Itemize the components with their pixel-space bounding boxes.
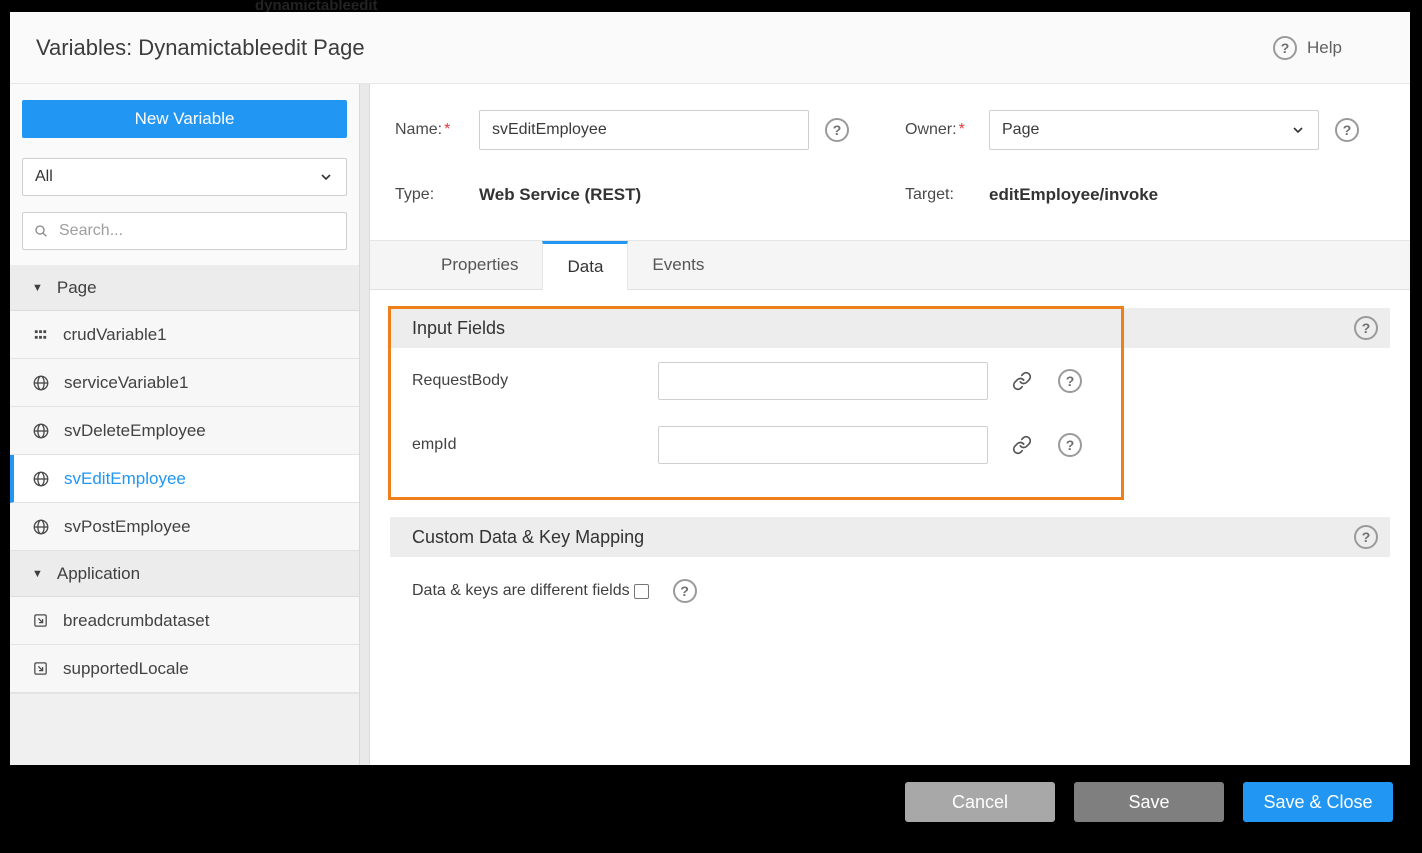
- sidebar-scrollbar[interactable]: [360, 84, 370, 765]
- help-label: Help: [1307, 38, 1342, 58]
- name-owner-row: Name:* ? Owner:* Page ?: [370, 110, 1410, 150]
- target-label: Target:: [905, 186, 989, 204]
- sidebar-item-svPostEmployee[interactable]: svPostEmployee: [10, 503, 359, 551]
- field-row-requestbody: RequestBody ?: [390, 362, 1390, 400]
- name-label: Name:*: [395, 121, 479, 139]
- type-label: Type:: [395, 186, 479, 204]
- caret-down-icon: ▼: [32, 568, 43, 580]
- web-service-icon: [32, 374, 50, 392]
- search-icon: [33, 223, 49, 239]
- help-icon: ?: [1273, 36, 1297, 60]
- sidebar-item-label: svPostEmployee: [64, 517, 191, 537]
- new-variable-button[interactable]: New Variable: [22, 100, 347, 138]
- different-fields-label: Data & keys are different fields: [412, 582, 630, 600]
- field-label: RequestBody: [412, 372, 658, 390]
- save-and-close-button[interactable]: Save & Close: [1243, 782, 1393, 822]
- type-target-row: Type: Web Service (REST) Target: editEmp…: [370, 182, 1410, 208]
- sidebar-filler: [10, 693, 359, 765]
- name-help-icon[interactable]: ?: [825, 118, 849, 142]
- dialog-body: New Variable All ▼ Page: [10, 84, 1410, 765]
- name-group: Name:* ?: [395, 110, 905, 150]
- chevron-down-icon: [318, 169, 334, 185]
- help-button[interactable]: ? Help: [1273, 12, 1342, 83]
- owner-help-icon[interactable]: ?: [1335, 118, 1359, 142]
- variable-filter-value: All: [35, 168, 53, 186]
- tab-properties[interactable]: Properties: [417, 241, 542, 289]
- group-header-page[interactable]: ▼ Page: [10, 265, 359, 311]
- target-group: Target: editEmployee/invoke: [905, 185, 1158, 205]
- owner-label: Owner:*: [905, 121, 989, 139]
- different-fields-row: Data & keys are different fields ?: [390, 579, 1390, 603]
- input-fields-header: Input Fields ?: [390, 308, 1390, 348]
- save-button[interactable]: Save: [1074, 782, 1224, 822]
- field-label: empId: [412, 436, 658, 454]
- variables-sidebar: New Variable All ▼ Page: [10, 84, 360, 765]
- sidebar-item-svDeleteEmployee[interactable]: svDeleteEmployee: [10, 407, 359, 455]
- owner-select[interactable]: Page: [989, 110, 1319, 150]
- different-fields-help-icon[interactable]: ?: [673, 579, 697, 603]
- empid-input[interactable]: [658, 426, 988, 464]
- input-fields-section: Input Fields ? RequestBody ? empId: [390, 308, 1390, 464]
- requestbody-input[interactable]: [658, 362, 988, 400]
- target-value: editEmployee/invoke: [989, 185, 1158, 205]
- sidebar-item-supportedLocale[interactable]: supportedLocale: [10, 645, 359, 693]
- variable-search: [22, 212, 347, 250]
- sidebar-item-label: serviceVariable1: [64, 373, 188, 393]
- type-group: Type: Web Service (REST): [395, 185, 905, 205]
- cancel-button[interactable]: Cancel: [905, 782, 1055, 822]
- variable-detail-panel: Name:* ? Owner:* Page ?: [370, 84, 1410, 765]
- variable-list: ▼ Page crudVariable1 serviceVariable1: [10, 265, 359, 693]
- custom-mapping-help-icon[interactable]: ?: [1354, 525, 1378, 549]
- crud-variable-icon: [32, 326, 49, 343]
- custom-mapping-section: Custom Data & Key Mapping ? Data & keys …: [390, 517, 1390, 603]
- sidebar-item-serviceVariable1[interactable]: serviceVariable1: [10, 359, 359, 407]
- search-input[interactable]: [22, 212, 347, 250]
- detail-tabs: Properties Data Events: [370, 240, 1410, 290]
- sidebar-item-breadcrumbdataset[interactable]: breadcrumbdataset: [10, 597, 359, 645]
- variable-filter-select[interactable]: All: [22, 158, 347, 196]
- input-fields-help-icon[interactable]: ?: [1354, 316, 1378, 340]
- custom-mapping-header: Custom Data & Key Mapping ?: [390, 517, 1390, 557]
- web-service-icon: [32, 518, 50, 536]
- group-label: Page: [57, 278, 97, 298]
- web-service-icon: [32, 422, 50, 440]
- sidebar-item-crudVariable1[interactable]: crudVariable1: [10, 311, 359, 359]
- dialog-footer: Cancel Save Save & Close: [905, 782, 1393, 822]
- tab-events[interactable]: Events: [628, 241, 728, 289]
- sidebar-item-label: breadcrumbdataset: [63, 611, 209, 631]
- owner-group: Owner:* Page ?: [905, 110, 1359, 150]
- page-title: Variables: Dynamictableedit Page: [36, 35, 365, 61]
- empid-help-icon[interactable]: ?: [1058, 433, 1082, 457]
- bind-link-icon[interactable]: [1012, 371, 1032, 391]
- chevron-down-icon: [1290, 122, 1306, 138]
- field-row-empid: empId ?: [390, 426, 1390, 464]
- dataset-icon: [32, 660, 49, 677]
- sidebar-item-label: crudVariable1: [63, 325, 167, 345]
- dataset-icon: [32, 612, 49, 629]
- name-input[interactable]: [479, 110, 809, 150]
- dialog-header: Variables: Dynamictableedit Page ? Help: [10, 12, 1410, 84]
- bind-link-icon[interactable]: [1012, 435, 1032, 455]
- sidebar-item-label: svDeleteEmployee: [64, 421, 206, 441]
- different-fields-checkbox[interactable]: [634, 584, 649, 599]
- tab-data[interactable]: Data: [542, 241, 628, 290]
- sidebar-item-label: svEditEmployee: [64, 469, 186, 489]
- web-service-icon: [32, 470, 50, 488]
- input-fields-title: Input Fields: [412, 318, 505, 339]
- type-value: Web Service (REST): [479, 185, 641, 205]
- required-asterisk: *: [444, 121, 450, 138]
- sidebar-item-label: supportedLocale: [63, 659, 189, 679]
- caret-down-icon: ▼: [32, 282, 43, 294]
- requestbody-help-icon[interactable]: ?: [1058, 369, 1082, 393]
- group-label: Application: [57, 564, 140, 584]
- group-header-application[interactable]: ▼ Application: [10, 551, 359, 597]
- owner-value: Page: [1002, 121, 1039, 139]
- variables-dialog: Variables: Dynamictableedit Page ? Help …: [10, 12, 1410, 765]
- required-asterisk: *: [959, 121, 965, 138]
- custom-mapping-title: Custom Data & Key Mapping: [412, 527, 644, 548]
- sidebar-item-svEditEmployee[interactable]: svEditEmployee: [10, 455, 359, 503]
